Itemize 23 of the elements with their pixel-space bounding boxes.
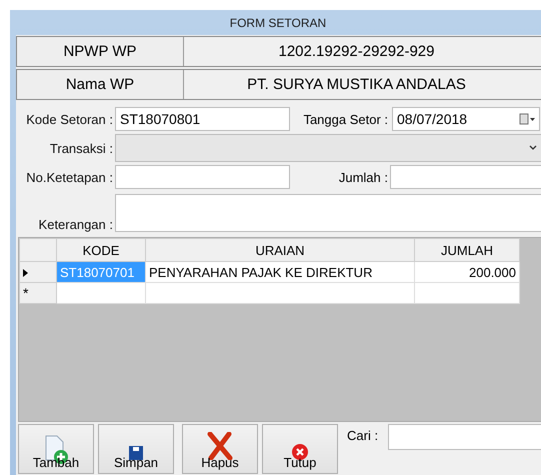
field-label: Keterangan : xyxy=(38,217,113,232)
date-picker[interactable]: 08/07/2018 xyxy=(392,107,540,131)
header-value: PT. SURYA MUSTIKA ANDALAS xyxy=(246,75,467,95)
kode-setoran-field[interactable]: ST18070801 xyxy=(115,107,290,131)
close-button[interactable]: Tutup xyxy=(262,424,338,474)
column-header[interactable]: URAIAN xyxy=(146,238,414,262)
column-header[interactable]: JUMLAH xyxy=(414,238,520,262)
add-button[interactable]: Tambah xyxy=(18,424,94,474)
search-label: Cari : xyxy=(347,428,378,443)
column-header[interactable]: KODE xyxy=(56,238,146,262)
field-label: Tangga Setor : xyxy=(302,112,388,126)
table-cell: ST18070701 xyxy=(56,262,146,282)
new-row-marker: * xyxy=(20,282,56,304)
field-label: No.Ketetapan : xyxy=(25,170,113,184)
field-label: Transaksi : xyxy=(48,140,113,156)
field-label: Jumlah : xyxy=(338,170,388,184)
window-title: FORM SETORAN xyxy=(230,16,326,30)
delete-button[interactable]: Hapus xyxy=(182,424,258,474)
field-label: Kode Setoran : xyxy=(25,112,113,126)
save-button[interactable]: Simpan xyxy=(98,424,174,474)
header-value: 1202.19292-29292-929 xyxy=(278,42,436,62)
table-cell: PENYARAHAN PAJAK KE DIREKTUR xyxy=(146,262,414,282)
table-cell: 200.000 xyxy=(414,262,520,282)
